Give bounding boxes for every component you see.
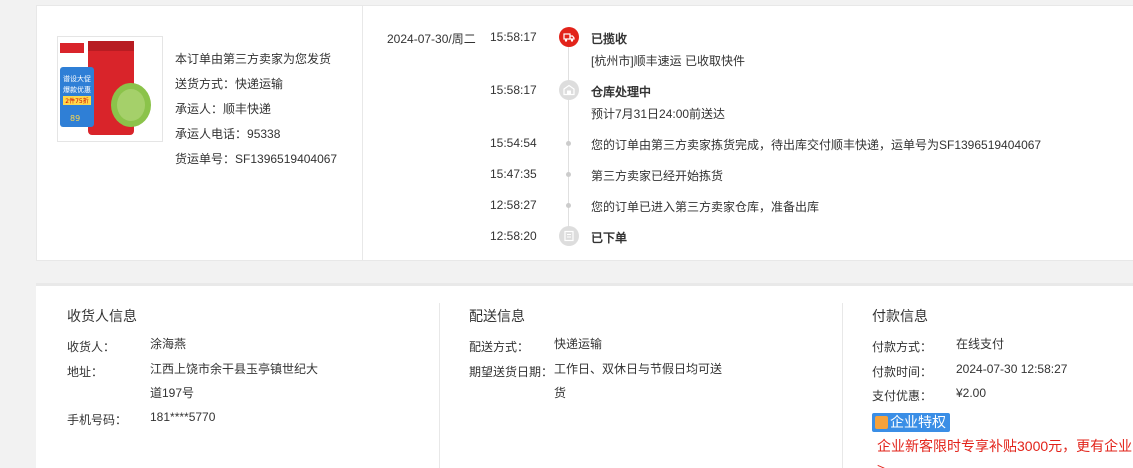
product-image-icon: 谱设大促 爆款优惠 2件75折 89 [58,37,162,141]
warehouse-icon [559,80,579,100]
timeline-title: 仓库处理中 [591,85,652,99]
receiver-address-line1: 江西上饶市余干县玉亭镇世纪大 [150,362,319,376]
carrier-label: 承运人： [175,102,224,116]
timeline-time: 15:58:17 [490,30,537,44]
enterprise-promo-arrow[interactable]: > [877,460,885,468]
timeline-entry: 12:58:27 您的订单已进入第三方卖家仓库，准备出库 [364,198,1133,218]
column-divider [842,303,843,468]
shipping-method-label: 送货方式： [175,77,236,91]
product-thumbnail[interactable]: 谱设大促 爆款优惠 2件75折 89 [57,36,163,142]
timeline-time: 12:58:27 [490,198,537,212]
receiver-address-line2: 道197号 [150,386,195,400]
payment-discount-label: 支付优惠： [872,389,933,403]
svg-text:爆款优惠: 爆款优惠 [63,85,91,94]
receiver-name-label: 收货人： [67,340,116,354]
timeline-desc: [杭州市]顺丰速运 已收取快件 [591,54,746,68]
carrier-phone-value: 95338 [247,127,281,141]
timeline-dot [566,203,571,208]
timeline-desc: 您的订单已进入第三方卖家仓库，准备出库 [591,200,820,214]
timeline-entry: 2024-07-30/周二 15:58:17 已揽收 [364,27,1133,50]
receiver-title: 收货人信息 [67,308,137,324]
payment-title: 付款信息 [872,308,928,324]
shipment-panel: 谱设大促 爆款优惠 2件75折 89 本订单由第三方卖家为您发货 送货方式：快递… [36,5,1133,261]
timeline-dot [566,172,571,177]
logistics-timeline: 2024-07-30/周二 15:58:17 已揽收 [杭州市]顺丰速运 已收取… [364,6,1133,260]
timeline-date: 2024-07-30/周二 [387,32,476,46]
svg-text:89: 89 [70,114,80,123]
payment-time-value: 2024-07-30 12:58:27 [956,362,1068,376]
shipping-method-value: 快递运输 [235,77,284,91]
timeline-detail: [杭州市]顺丰速运 已收取快件 [364,52,1133,72]
enterprise-badge-label: 企业特权 [890,414,946,430]
timeline-entry: 12:58:20 已下单 [364,226,1133,249]
payment-method-label: 付款方式： [872,340,933,354]
timeline-time: 15:54:54 [490,136,537,150]
timeline-title: 已下单 [591,231,628,245]
shipment-info: 本订单由第三方卖家为您发货 送货方式：快递运输 承运人：顺丰快递 承运人电话：9… [175,47,337,172]
tracking-label: 货运单号： [175,152,236,166]
receiver-name-value: 涂海燕 [150,337,187,351]
column-divider [439,303,440,468]
carrier-value: 顺丰快递 [223,102,272,116]
package-summary: 谱设大促 爆款优惠 2件75折 89 本订单由第三方卖家为您发货 送货方式：快递… [37,6,363,260]
payment-method-value: 在线支付 [956,337,1005,351]
timeline-time: 12:58:20 [490,229,537,243]
carrier-phone-row: 承运人电话：95338 [175,122,337,147]
enterprise-privilege-badge[interactable]: 企业特权 [872,413,950,432]
timeline-desc: 第三方卖家已经开始拣货 [591,169,724,183]
delivery-method-label: 配送方式： [469,340,530,354]
timeline-entry: 15:54:54 您的订单由第三方卖家拣货完成，待出库交付顺丰快递，运单号为SF… [364,136,1133,156]
svg-text:谱设大促: 谱设大促 [63,74,91,83]
payment-time-label: 付款时间： [872,365,933,379]
timeline-entry: 15:47:35 第三方卖家已经开始拣货 [364,167,1133,187]
shipment-note: 本订单由第三方卖家为您发货 [175,52,332,66]
enterprise-promo-link[interactable]: 企业新客限时专享补贴3000元，更有企业 [877,436,1132,456]
delivery-date-label: 期望送货日期： [469,365,554,379]
tracking-row: 货运单号：SF1396519404067 [175,147,337,172]
delivery-date-line1: 工作日、双休日与节假日均可送 [554,362,723,376]
payment-discount-value: ¥2.00 [956,386,987,400]
order-detail-page: 谱设大促 爆款优惠 2件75折 89 本订单由第三方卖家为您发货 送货方式：快递… [0,0,1133,468]
timeline-title: 已揽收 [591,32,628,46]
delivery-title: 配送信息 [469,308,525,324]
svg-text:2件75折: 2件75折 [65,97,88,105]
timeline-desc: 您的订单由第三方卖家拣货完成，待出库交付顺丰快递，运单号为SF139651940… [591,138,1042,152]
shipping-method-row: 送货方式：快递运输 [175,72,337,97]
delivery-method-value: 快递运输 [554,337,603,351]
delivery-date-line2: 货 [554,386,567,400]
receiver-phone-value: 181****5770 [150,410,216,424]
order-icon [559,226,579,246]
receiver-address-label: 地址： [67,365,104,379]
timeline-entry: 15:58:17 仓库处理中 [364,80,1133,103]
enterprise-icon [875,416,888,429]
carrier-phone-label: 承运人电话： [175,127,248,141]
timeline-detail: 预计7月31日24:00前送达 [364,105,1133,125]
timeline-time: 15:47:35 [490,167,537,181]
carrier-row: 承运人：顺丰快递 [175,97,337,122]
tracking-number[interactable]: SF1396519404067 [235,152,337,166]
truck-icon [559,27,579,47]
timeline-desc: 预计7月31日24:00前送达 [591,107,726,121]
timeline-time: 15:58:17 [490,83,537,97]
timeline-dot [566,141,571,146]
receiver-phone-label: 手机号码： [67,413,128,427]
order-info-panel: 收货人信息 收货人： 涂海燕 地址： 江西上饶市余干县玉亭镇世纪大 道197号 … [36,283,1133,468]
